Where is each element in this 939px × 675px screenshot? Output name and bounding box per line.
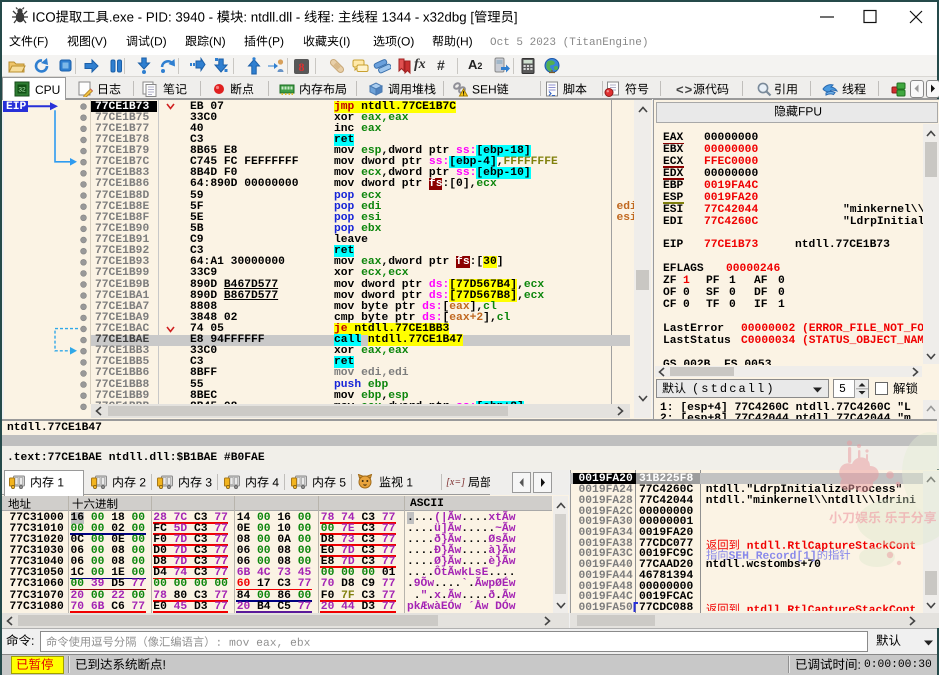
svg-text:32: 32	[18, 87, 26, 94]
